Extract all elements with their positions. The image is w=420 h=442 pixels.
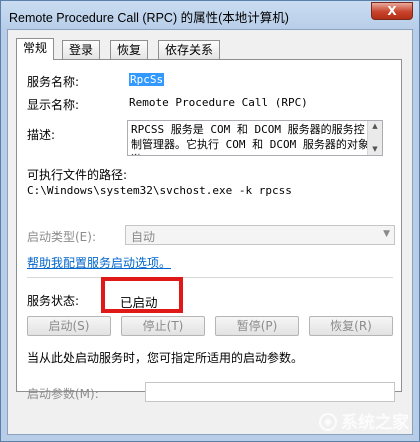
- watermark-text: 系统之家: [341, 413, 409, 433]
- startup-type-select[interactable]: 自动 ▼: [125, 225, 395, 245]
- watermark-logo-icon: [319, 413, 337, 431]
- display-name-label: 显示名称:: [27, 98, 80, 112]
- service-name-label: 服务名称:: [27, 75, 80, 89]
- watermark: 系统之家: [319, 408, 409, 433]
- tab-dependencies[interactable]: 依存关系: [158, 40, 221, 59]
- start-params-hint: 当从此处启动服务时，您可指定所适用的启动参数。: [27, 351, 304, 365]
- scroll-down-icon[interactable]: ▼: [368, 144, 382, 155]
- chevron-down-icon: ▼: [383, 229, 390, 239]
- properties-dialog: Remote Procedure Call (RPC) 的属性(本地计算机) X…: [0, 0, 420, 442]
- divider: [27, 277, 393, 278]
- exe-path-value[interactable]: C:\Windows\system32\svchost.exe -k rpcss: [27, 184, 292, 197]
- close-button[interactable]: X: [371, 2, 413, 20]
- start-params-input[interactable]: [145, 382, 395, 402]
- window-title: Remote Procedure Call (RPC) 的属性(本地计算机): [9, 11, 289, 25]
- general-tab-panel: 服务名称: RpcSs 显示名称: Remote Procedure Call …: [16, 59, 402, 402]
- startup-type-label: 启动类型(E):: [27, 230, 96, 244]
- dialog-client-area: 常规 登录 恢复 依存关系 服务名称: RpcSs 显示名称: Remote P…: [7, 29, 413, 435]
- help-configure-link[interactable]: 帮助我配置服务启动选项。: [27, 254, 171, 271]
- tab-general[interactable]: 常规: [16, 38, 55, 60]
- close-icon: X: [387, 4, 397, 18]
- stop-button[interactable]: 停止(T): [121, 316, 205, 336]
- title-bar[interactable]: Remote Procedure Call (RPC) 的属性(本地计算机) X: [1, 1, 419, 29]
- start-button[interactable]: 启动(S): [27, 316, 111, 336]
- tab-logon[interactable]: 登录: [62, 40, 101, 59]
- display-name-value[interactable]: Remote Procedure Call (RPC): [129, 96, 308, 109]
- resume-button[interactable]: 恢复(R): [309, 316, 393, 336]
- tab-recovery[interactable]: 恢复: [110, 40, 149, 59]
- description-scrollbar[interactable]: ▲ ▼: [367, 121, 382, 155]
- scroll-up-icon[interactable]: ▲: [368, 121, 382, 132]
- pause-button[interactable]: 暂停(P): [215, 316, 299, 336]
- description-label: 描述:: [27, 128, 56, 142]
- startup-type-value: 自动: [131, 230, 156, 244]
- exe-path-label: 可执行文件的路径:: [27, 168, 128, 182]
- description-text: RPCSS 服务是 COM 和 DCOM 服务器的服务控制管理器。它执行 COM…: [131, 123, 369, 155]
- service-name-value[interactable]: RpcSs: [129, 73, 165, 86]
- description-textbox[interactable]: RPCSS 服务是 COM 和 DCOM 服务器的服务控制管理器。它执行 COM…: [127, 120, 383, 156]
- annotation-highlight-box: [101, 277, 183, 313]
- service-status-label: 服务状态:: [27, 294, 80, 308]
- start-params-label: 启动参数(M):: [27, 387, 99, 401]
